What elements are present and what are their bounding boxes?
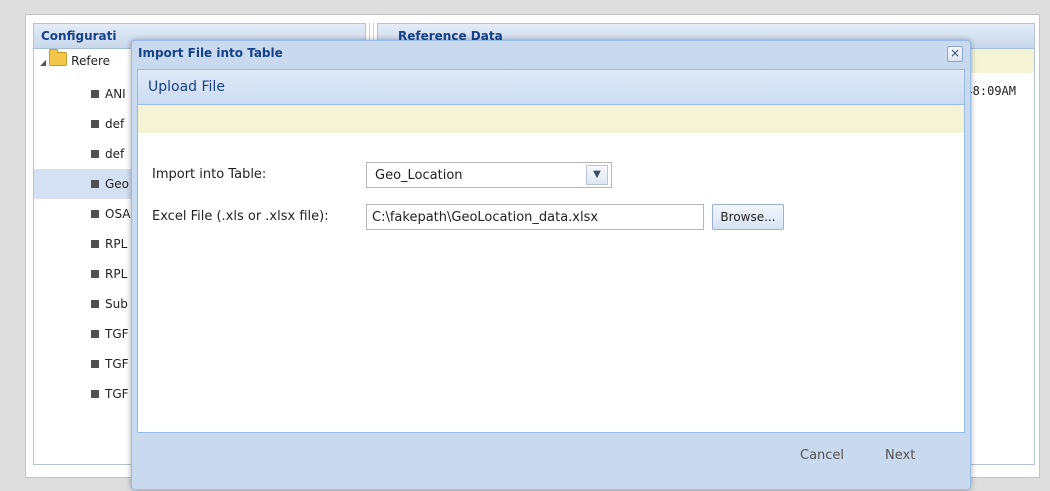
folder-icon: [49, 49, 68, 66]
tree-item-label: TGF: [105, 357, 129, 371]
square-bullet-icon: [91, 390, 99, 398]
dialog-body: Upload File Import into Table: Geo_Locat…: [137, 69, 965, 433]
square-bullet-icon: [91, 210, 99, 218]
dialog-title: Import File into Table: [138, 46, 283, 60]
square-bullet-icon: [91, 180, 99, 188]
tree-item-label: RPL: [105, 237, 128, 251]
square-bullet-icon: [91, 150, 99, 158]
tree-root-label: Refere: [71, 54, 110, 68]
square-bullet-icon: [91, 300, 99, 308]
expand-triangle-icon[interactable]: ◢: [40, 58, 46, 67]
square-bullet-icon: [91, 330, 99, 338]
square-bullet-icon: [91, 240, 99, 248]
upload-file-section-header: Upload File: [138, 70, 964, 105]
tree-item-label: Sub: [105, 297, 128, 311]
tree-item-label: Geo: [105, 177, 130, 191]
tree-item-label: TGF: [105, 387, 129, 401]
square-bullet-icon: [91, 120, 99, 128]
table-select-value: Geo_Location: [375, 168, 463, 183]
excel-file-label: Excel File (.xls or .xlsx file):: [152, 209, 329, 224]
tree-item-label: ANI: [105, 87, 126, 101]
import-table-label: Import into Table:: [152, 167, 267, 182]
tree-item-label: def: [105, 147, 125, 161]
browse-button[interactable]: Browse...: [712, 204, 784, 230]
tree-item-label: OSA: [105, 207, 131, 221]
import-file-dialog: Import File into Table × Upload File Imp…: [131, 40, 971, 490]
message-band: [138, 105, 964, 133]
tree-root-node[interactable]: ◢ Refere: [40, 49, 110, 71]
chevron-down-icon[interactable]: ▼: [586, 165, 608, 185]
tree-item-label: def: [105, 117, 125, 131]
tree-item-label: RPL: [105, 267, 128, 281]
cancel-button[interactable]: Cancel: [800, 445, 844, 467]
square-bullet-icon: [91, 360, 99, 368]
file-path-input[interactable]: [366, 204, 704, 230]
tree-item-label: TGF: [105, 327, 129, 341]
timestamp-text: 48:09AM: [965, 84, 1016, 98]
next-button[interactable]: Next: [885, 445, 915, 467]
square-bullet-icon: [91, 270, 99, 278]
close-icon[interactable]: ×: [947, 46, 963, 62]
table-select[interactable]: Geo_Location ▼: [366, 162, 612, 188]
square-bullet-icon: [91, 90, 99, 98]
